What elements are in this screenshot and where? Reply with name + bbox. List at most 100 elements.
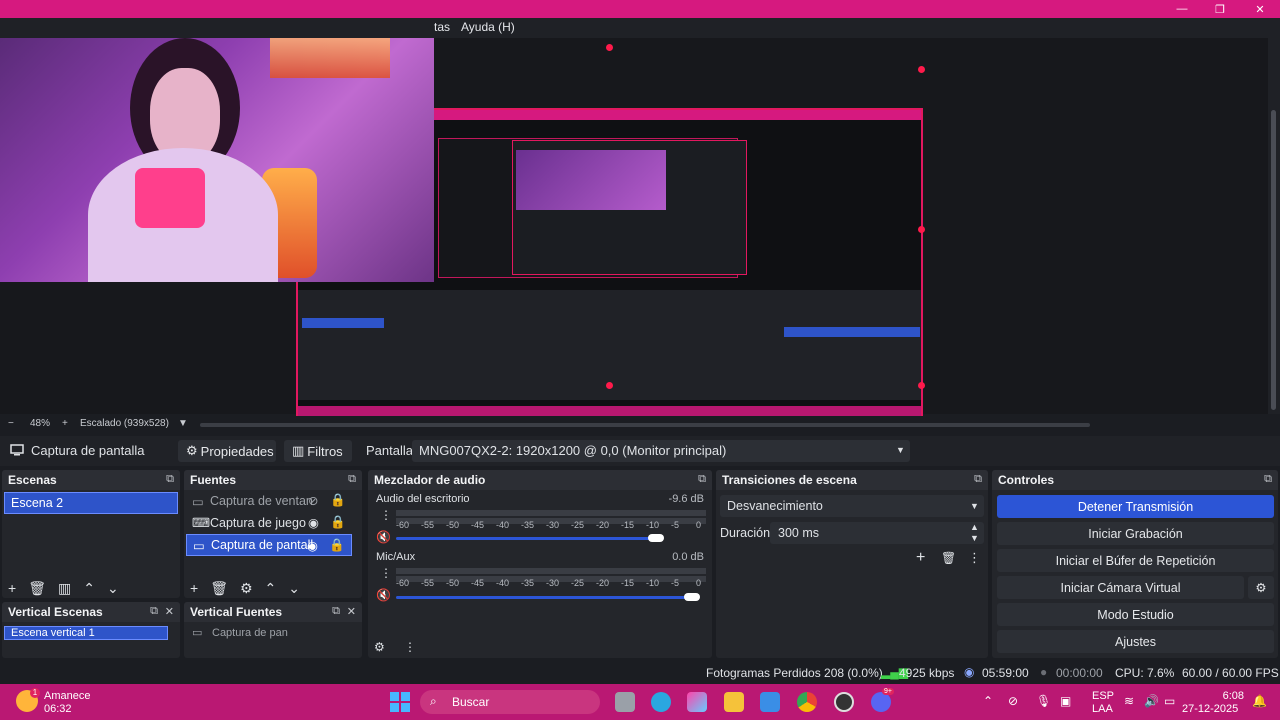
chevron-up-icon[interactable]: ⌃ bbox=[83, 580, 95, 596]
undock-icon[interactable]: ⧉ bbox=[150, 605, 158, 618]
start-recording-button[interactable]: Iniciar Grabación bbox=[997, 522, 1274, 545]
resize-handle-top[interactable] bbox=[606, 44, 613, 51]
chrome-icon[interactable] bbox=[797, 692, 817, 712]
scrollbar-thumb[interactable] bbox=[1271, 110, 1276, 410]
chevron-up-icon[interactable]: ⌃ bbox=[265, 580, 277, 596]
more-icon[interactable]: ⋮ bbox=[380, 566, 392, 580]
virtual-camera-button[interactable]: Iniciar Cámara Virtual bbox=[997, 576, 1244, 599]
display-label: Pantalla bbox=[366, 443, 413, 458]
resize-handle-bottom[interactable] bbox=[606, 382, 613, 389]
language-variant[interactable]: LAA bbox=[1092, 703, 1113, 715]
more-icon[interactable]: ⋮ bbox=[404, 640, 416, 654]
trash-icon[interactable]: 🗑 bbox=[210, 580, 228, 596]
chevron-up-icon[interactable]: ⌃ bbox=[983, 694, 993, 708]
menu-item-help[interactable]: Ayuda (H) bbox=[461, 20, 515, 34]
gear-icon[interactable]: ⚙ bbox=[1248, 576, 1274, 599]
volume-slider[interactable] bbox=[396, 537, 660, 540]
trash-icon[interactable]: 🗑 bbox=[941, 551, 956, 565]
speaker-muted-icon[interactable]: 🔇 bbox=[376, 530, 391, 544]
display-select[interactable]: MNG007QX2-2: 1920x1200 @ 0,0 (Monitor pr… bbox=[412, 440, 910, 462]
scene-item[interactable]: Escena 2 bbox=[4, 492, 178, 514]
trash-icon[interactable]: 🗑 bbox=[28, 580, 46, 596]
zoom-out-button[interactable]: − bbox=[8, 418, 14, 429]
windows-start-icon[interactable] bbox=[390, 692, 410, 712]
chevron-down-icon[interactable]: ▼ bbox=[178, 418, 188, 429]
language-code[interactable]: ESP bbox=[1092, 690, 1114, 702]
notifications-icon[interactable]: 🔔 bbox=[1252, 694, 1267, 708]
undock-icon[interactable]: ⧉ bbox=[974, 473, 982, 486]
eye-icon[interactable]: ◉ bbox=[308, 515, 319, 530]
vertical-scene-item[interactable]: Escena vertical 1 bbox=[4, 626, 168, 640]
settings-button[interactable]: Ajustes bbox=[997, 630, 1274, 653]
file-explorer-icon[interactable] bbox=[724, 692, 744, 712]
add-icon[interactable]: + bbox=[8, 580, 16, 596]
more-icon[interactable]: ⋮ bbox=[968, 550, 981, 566]
undock-icon[interactable]: ⧉ bbox=[348, 473, 356, 486]
camera-icon[interactable]: ▣ bbox=[1060, 694, 1071, 708]
volume-slider-knob[interactable] bbox=[684, 593, 700, 601]
store-icon[interactable] bbox=[760, 692, 780, 712]
network-off-icon[interactable]: ⊘ bbox=[1008, 694, 1018, 708]
task-view-icon[interactable] bbox=[615, 692, 635, 712]
more-icon[interactable]: ⋮ bbox=[380, 508, 392, 522]
discord-icon[interactable] bbox=[871, 692, 891, 712]
preview-canvas[interactable] bbox=[0, 38, 1268, 424]
taskbar-search[interactable]: ⌕ Buscar bbox=[420, 690, 600, 714]
transition-select[interactable]: Desvanecimiento ▼ bbox=[720, 495, 984, 517]
speaker-muted-icon[interactable]: 🔇 bbox=[376, 588, 391, 602]
menu-item-tools[interactable]: tas bbox=[434, 20, 450, 34]
clock-time[interactable]: 6:08 bbox=[1222, 690, 1244, 702]
sources-header: Fuentes ⧉ bbox=[184, 470, 362, 490]
volume-slider-knob[interactable] bbox=[648, 534, 664, 542]
gear-icon[interactable]: ⚙ bbox=[374, 640, 385, 654]
undock-icon[interactable]: ⧉ bbox=[1264, 473, 1272, 486]
resize-handle-right[interactable] bbox=[918, 226, 925, 233]
minimize-button[interactable]: — bbox=[1162, 0, 1202, 18]
add-icon[interactable]: + bbox=[916, 549, 925, 567]
volume-icon[interactable]: 🔊 bbox=[1144, 694, 1159, 708]
properties-button[interactable]: ⚙ Propiedades bbox=[178, 440, 276, 462]
battery-icon[interactable]: ▭ bbox=[1164, 694, 1175, 708]
close-button[interactable]: ✕ bbox=[1240, 0, 1280, 18]
vertical-sources-header: Vertical Fuentes ⧉ ✕ bbox=[184, 602, 362, 622]
mic-icon[interactable]: 🎙 bbox=[1036, 694, 1051, 708]
source-item[interactable]: ▭ Captura de pantall ◉ 🔒 bbox=[186, 534, 352, 556]
filter-icon[interactable]: ▥ bbox=[58, 580, 71, 596]
source-item[interactable]: ⌨ Captura de juego ◉ 🔒 bbox=[184, 512, 362, 534]
zoom-in-button[interactable]: + bbox=[62, 418, 68, 429]
source-item[interactable]: ▭ Captura de ventan ⊘ 🔒 bbox=[184, 490, 362, 512]
resize-handle-top-right[interactable] bbox=[918, 66, 925, 73]
close-icon[interactable]: ✕ bbox=[165, 605, 174, 618]
eye-off-icon[interactable]: ⊘ bbox=[308, 493, 318, 508]
replay-buffer-button[interactable]: Iniciar el Búfer de Repetición bbox=[997, 549, 1274, 572]
maximize-button[interactable]: ❐ bbox=[1200, 0, 1240, 18]
lock-icon[interactable]: 🔒 bbox=[330, 493, 346, 508]
add-icon[interactable]: + bbox=[190, 580, 198, 596]
undock-icon[interactable]: ⧉ bbox=[698, 473, 706, 486]
wifi-icon[interactable]: ≋ bbox=[1124, 694, 1134, 708]
obs-icon[interactable] bbox=[834, 692, 854, 712]
filters-button[interactable]: ▥ Filtros bbox=[284, 440, 352, 462]
chevron-up-icon[interactable]: ▲ bbox=[970, 522, 979, 532]
chevron-down-icon[interactable]: ▼ bbox=[970, 533, 979, 543]
vertical-source-item[interactable]: ▭ Captura de pan bbox=[184, 625, 362, 641]
webcam-source[interactable] bbox=[0, 38, 434, 282]
lock-icon[interactable]: 🔒 bbox=[329, 538, 345, 553]
duration-input[interactable]: 300 ms ▲ ▼ bbox=[770, 522, 984, 544]
volume-slider[interactable] bbox=[396, 596, 696, 599]
undock-icon[interactable]: ⧉ bbox=[166, 473, 174, 486]
stop-streaming-button[interactable]: Detener Transmisión bbox=[997, 495, 1274, 518]
horizontal-scrollbar[interactable] bbox=[200, 423, 1090, 427]
chevron-down-icon[interactable]: ⌄ bbox=[288, 580, 300, 596]
studio-mode-button[interactable]: Modo Estudio bbox=[997, 603, 1274, 626]
resize-handle-bottom-right[interactable] bbox=[918, 382, 925, 389]
eye-icon[interactable]: ◉ bbox=[307, 538, 318, 553]
edge-icon[interactable] bbox=[651, 692, 671, 712]
clock-date[interactable]: 27-12-2025 bbox=[1182, 703, 1238, 715]
undock-icon[interactable]: ⧉ bbox=[332, 605, 340, 618]
close-icon[interactable]: ✕ bbox=[347, 605, 356, 618]
gear-icon[interactable]: ⚙ bbox=[240, 580, 253, 596]
chevron-down-icon[interactable]: ⌄ bbox=[107, 580, 119, 596]
lock-icon[interactable]: 🔒 bbox=[330, 515, 346, 530]
copilot-icon[interactable] bbox=[687, 692, 707, 712]
